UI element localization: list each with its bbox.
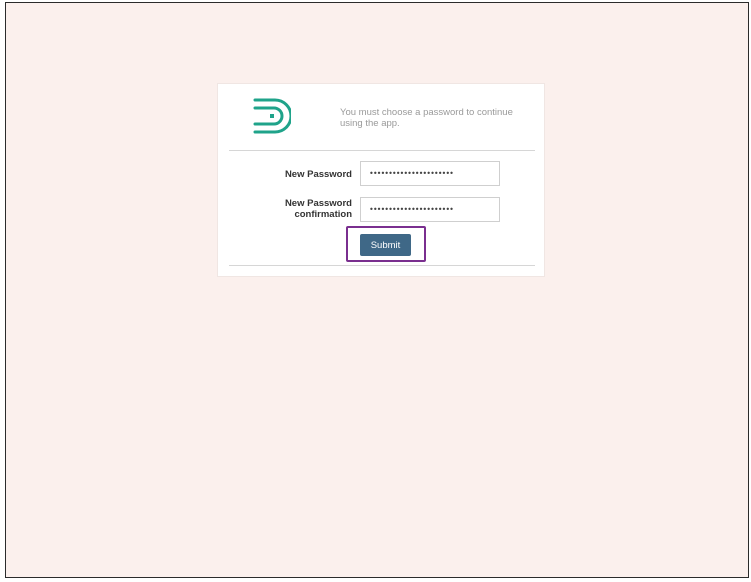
- app-window: You must choose a password to continue u…: [5, 2, 749, 578]
- brand-logo-icon: [253, 98, 291, 134]
- new-password-field[interactable]: ••••••••••••••••••••••: [360, 161, 500, 186]
- divider: [229, 150, 535, 151]
- new-password-confirmation-label: New Password confirmation: [284, 198, 352, 220]
- password-required-message: You must choose a password to continue u…: [340, 107, 513, 129]
- divider: [229, 265, 535, 266]
- submit-button[interactable]: Submit: [360, 234, 411, 256]
- new-password-confirmation-field[interactable]: ••••••••••••••••••••••: [360, 197, 500, 222]
- password-card: You must choose a password to continue u…: [217, 83, 545, 277]
- new-password-label: New Password: [284, 169, 352, 180]
